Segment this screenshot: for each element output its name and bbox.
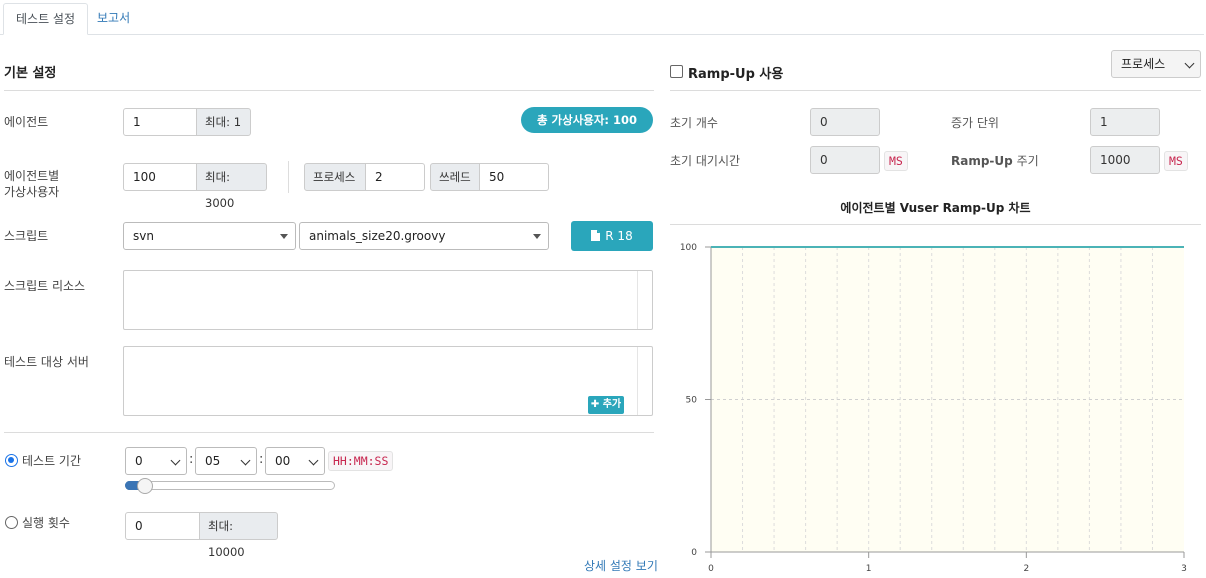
tab-bar: 테스트 설정 보고서 [0,0,1204,35]
script-file-value: animals_size20.groovy [309,229,446,243]
duration-minutes-value: 05 [205,454,221,468]
duration-hours-value: 0 [135,454,143,468]
chart-x-tick-label: 2 [1023,564,1029,574]
divider [670,90,1201,91]
initial-sleep-input[interactable]: 0 [810,146,880,174]
thread-addon: 쓰레드 [430,163,480,191]
duration-radio[interactable] [5,454,18,467]
vuser-per-agent-input[interactable]: 100 [123,163,197,191]
run-count-max-addon: 최대: 10000 [199,512,278,559]
chart-y-tick-label: 100 [680,243,697,253]
increment-input[interactable]: 1 [1090,108,1160,136]
chart-title: 에이전트별 Vuser Ramp-Up 차트 [840,201,1031,215]
chart-y-tick-label: 50 [686,396,698,406]
initial-count-input[interactable]: 0 [810,108,880,136]
chart-y-tick-label: 0 [691,548,697,558]
vuser-per-agent-label-line1: 에이전트별 [4,169,60,183]
divider [4,432,654,433]
chart-x-tick-label: 3 [1181,564,1187,574]
rampup-interval-label-bold: Ramp-Up [951,154,1013,168]
increment-label: 증가 단위 [951,116,999,130]
rampup-interval-unit: MS [1164,151,1188,171]
script-repo-value: svn [133,229,154,243]
duration-format-hint: HH:MM:SS [328,451,394,471]
add-target-server-button[interactable]: ✚ 추가 [588,396,624,414]
duration-label: 테스트 기간 [22,454,82,468]
agent-count-input[interactable]: 1 [123,108,197,136]
script-file-select[interactable]: animals_size20.groovy [299,222,549,250]
script-revision-label: R 18 [605,229,633,243]
divider [288,161,289,193]
vuser-max-addon: 최대: 3000 [196,163,267,210]
process-addon: 프로세스 [304,163,366,191]
tab-test-settings[interactable]: 테스트 설정 [3,3,89,35]
chevron-down-icon [1184,58,1195,69]
rampup-type-select[interactable]: 프로세스 [1111,50,1201,78]
run-count-label: 실행 횟수 [22,516,70,530]
thread-count-input[interactable]: 50 [479,163,549,191]
add-target-server-label: 추가 [602,399,622,410]
agent-max-addon: 최대: 1 [196,108,251,136]
caret-down-icon [533,234,541,239]
tab-report[interactable]: 보고서 [85,3,142,35]
total-vusers-badge: 총 가상사용자: 100 [521,107,653,133]
rampup-chart: 0 50 100 0 1 2 3 [680,243,1187,574]
scrollbar[interactable] [637,347,652,415]
target-server-label: 테스트 대상 서버 [4,355,89,369]
chevron-down-icon [308,455,319,466]
script-repo-select[interactable]: svn [123,222,296,250]
script-label: 스크립트 [4,229,49,243]
process-count-input[interactable]: 2 [365,163,425,191]
duration-seconds-select[interactable]: 00 [265,447,325,475]
duration-seconds-value: 00 [275,454,291,468]
file-icon [591,230,601,241]
script-resource-label: 스크립트 리소스 [4,279,86,293]
initial-sleep-label: 초기 대기시간 [670,154,741,168]
rampup-checkbox[interactable] [670,65,683,78]
rampup-title: Ramp-Up 사용 [688,67,784,82]
script-revision-button[interactable]: R 18 [571,221,653,251]
vuser-per-agent-label-line2: 가상사용자 [4,185,60,199]
duration-hours-select[interactable]: 0 [125,447,187,475]
chart-x-tick-label: 1 [866,564,872,574]
advanced-settings-link[interactable]: 상세 설정 보기 [584,557,658,574]
time-separator: : [189,452,194,467]
divider [4,90,654,91]
initial-count-label: 초기 개수 [670,116,718,130]
rampup-interval-label: Ramp-Up 주기 [951,153,1039,169]
duration-slider-handle[interactable] [137,478,153,494]
divider [670,224,1201,225]
run-count-input[interactable]: 0 [125,512,200,540]
time-separator: : [259,452,264,467]
rampup-interval-label-rest: 주기 [1016,154,1039,168]
agent-label: 에이전트 [4,115,49,129]
run-count-radio[interactable] [5,516,18,529]
basic-settings-title: 기본 설정 [4,66,57,81]
target-server-textarea[interactable] [123,346,653,416]
chevron-down-icon [240,455,251,466]
caret-down-icon [280,234,288,239]
rampup-interval-input[interactable]: 1000 [1090,146,1160,174]
chevron-down-icon [170,455,181,466]
duration-slider-track[interactable] [125,481,335,490]
scrollbar[interactable] [637,271,652,329]
plus-icon: ✚ [590,399,600,410]
rampup-type-value: 프로세스 [1121,57,1166,71]
chart-x-tick-label: 0 [708,564,714,574]
script-resource-textarea[interactable] [123,270,653,330]
initial-sleep-unit: MS [884,151,908,171]
vuser-per-agent-label: 에이전트별 가상사용자 [4,168,59,200]
duration-minutes-select[interactable]: 05 [195,447,257,475]
